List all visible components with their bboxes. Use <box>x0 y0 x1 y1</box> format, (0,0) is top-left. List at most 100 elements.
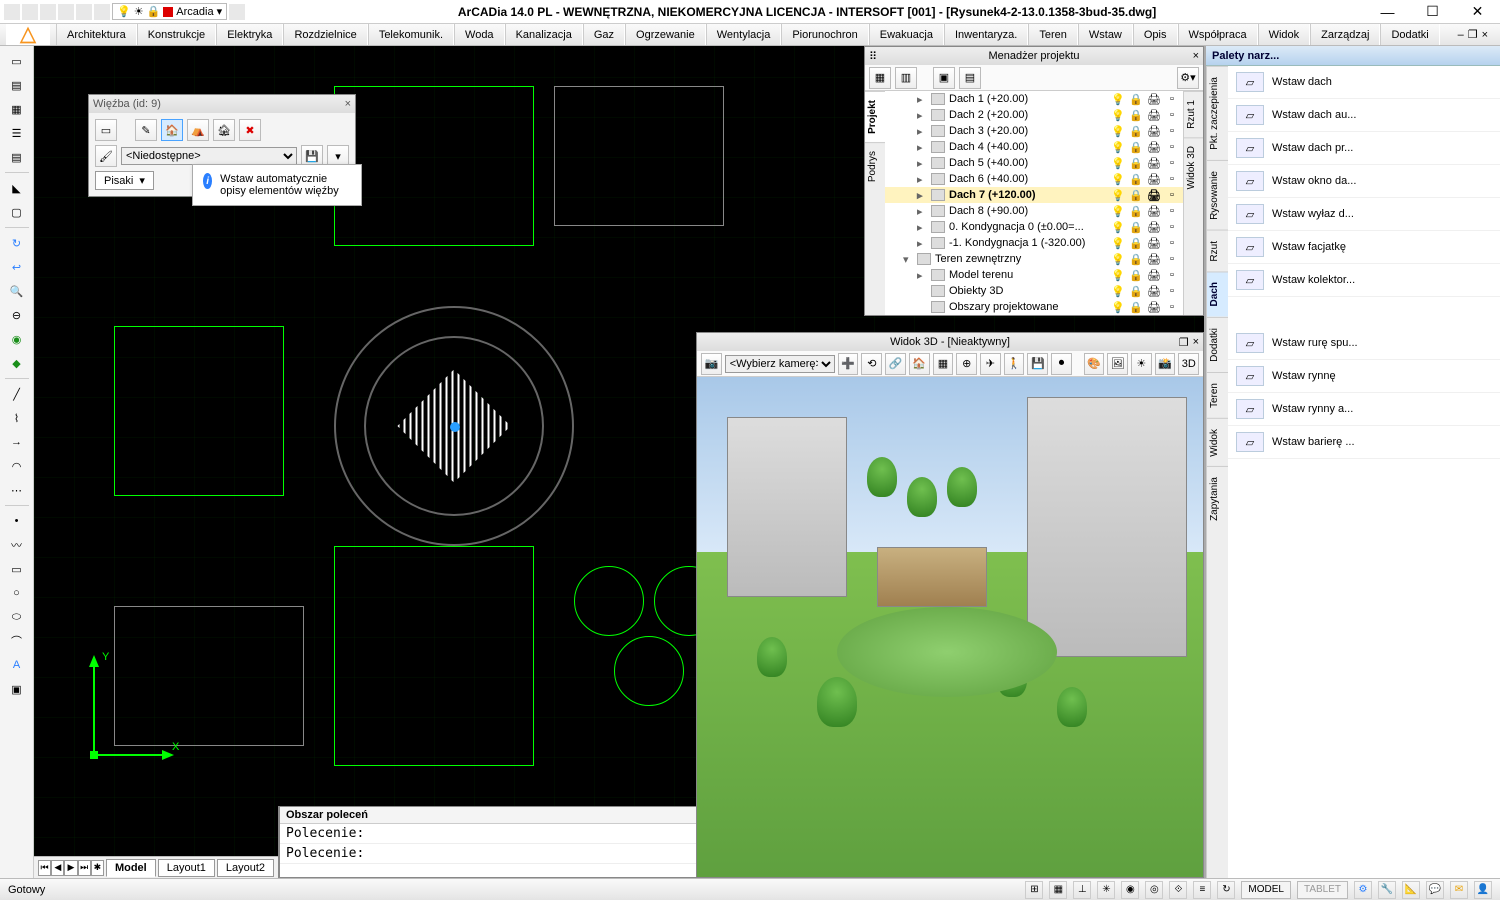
menu-woda[interactable]: Woda <box>454 24 505 45</box>
menu-kanalizacja[interactable]: Kanalizacja <box>505 24 583 45</box>
tree-expand-icon[interactable]: ▸ <box>917 189 927 202</box>
status-tool1-icon[interactable]: 🔧 <box>1378 881 1396 899</box>
menu-wentylacja[interactable]: Wentylacja <box>706 24 782 45</box>
view3d-btn-wall[interactable]: ▦ <box>933 353 954 375</box>
tree-lightbulb-icon[interactable]: 💡 <box>1111 204 1125 218</box>
tree-print-icon[interactable]: 🖨 <box>1147 268 1161 282</box>
tree-print-icon[interactable]: 🖨 <box>1147 188 1161 202</box>
tree-color-icon[interactable]: ▫ <box>1165 284 1179 298</box>
tree-expand-icon[interactable]: ▸ <box>917 269 927 282</box>
tool-text-icon[interactable]: A <box>5 654 29 676</box>
view3d-btn-render2[interactable]: 🖼 <box>1107 353 1128 375</box>
tree-color-icon[interactable]: ▫ <box>1165 188 1179 202</box>
pisaki-dropdown[interactable]: Pisaki ▾ <box>95 171 154 190</box>
menu-ewakuacja[interactable]: Ewakuacja <box>869 24 944 45</box>
tree-expand-icon[interactable]: ▸ <box>917 237 927 250</box>
projmgr-tab-widok3d[interactable]: Widok 3D <box>1184 137 1203 197</box>
view3d-btn-3d[interactable]: 3D <box>1178 353 1199 375</box>
tree-lightbulb-icon[interactable]: 💡 <box>1111 140 1125 154</box>
layout-tab-model[interactable]: Model <box>106 859 156 877</box>
status-grid-icon[interactable]: ▦ <box>1049 881 1067 899</box>
view3d-btn-render1[interactable]: 🎨 <box>1084 353 1105 375</box>
tree-expand-icon[interactable]: ▸ <box>917 173 927 186</box>
tree-expand-icon[interactable]: ▸ <box>917 157 927 170</box>
tree-color-icon[interactable]: ▫ <box>1165 252 1179 266</box>
tree-lightbulb-icon[interactable]: 💡 <box>1111 156 1125 170</box>
view3d-restore-icon[interactable]: ❐ <box>1179 336 1189 349</box>
tree-expand-icon[interactable]: ▸ <box>917 125 927 138</box>
tool-window-icon[interactable]: ▭ <box>5 50 29 72</box>
layout-tab-layout2[interactable]: Layout2 <box>217 859 274 877</box>
tree-expand-icon[interactable]: ▸ <box>917 221 927 234</box>
projmgr-btn3[interactable]: ▣ <box>933 67 955 89</box>
tree-print-icon[interactable]: 🖨 <box>1147 156 1161 170</box>
view3d-btn-link[interactable]: 🔗 <box>885 353 906 375</box>
tree-lock-icon[interactable]: 🔒 <box>1129 236 1143 250</box>
tree-lock-icon[interactable]: 🔒 <box>1129 204 1143 218</box>
tree-expand-icon[interactable]: ▸ <box>917 141 927 154</box>
tree-row-5[interactable]: ▸Dach 6 (+40.00)💡🔒🖨▫ <box>885 171 1183 187</box>
tree-print-icon[interactable]: 🖨 <box>1147 252 1161 266</box>
menu-współpraca[interactable]: Współpraca <box>1178 24 1258 45</box>
tab-nav-next[interactable]: ▶ <box>64 860 77 876</box>
tool-back-icon[interactable]: ↩ <box>5 256 29 278</box>
tree-color-icon[interactable]: ▫ <box>1165 172 1179 186</box>
tree-expand-icon[interactable]: ▸ <box>917 93 927 106</box>
tree-row-2[interactable]: ▸Dach 3 (+20.00)💡🔒🖨▫ <box>885 123 1183 139</box>
status-osnap-icon[interactable]: ◉ <box>1121 881 1139 899</box>
view3d-btn-center[interactable]: ⊕ <box>956 353 977 375</box>
tool-angle-icon[interactable]: ◣ <box>5 177 29 199</box>
projmgr-tab-podrys[interactable]: Podrys <box>865 142 885 190</box>
tree-lock-icon[interactable]: 🔒 <box>1129 252 1143 266</box>
qat-open-icon[interactable] <box>22 4 38 20</box>
view3d-btn-save[interactable]: 💾 <box>1027 353 1048 375</box>
status-snap-icon[interactable]: ⊞ <box>1025 881 1043 899</box>
palette-cat-5[interactable]: Teren <box>1207 372 1228 418</box>
palette-cat-6[interactable]: Widok <box>1207 418 1228 467</box>
palette-cat-2[interactable]: Rzut <box>1207 230 1228 272</box>
projmgr-tab-projekt[interactable]: Projekt <box>865 91 885 142</box>
tool-refresh-icon[interactable]: ↻ <box>5 232 29 254</box>
tree-row-13[interactable]: Obszary projektowane💡🔒🖨▫ <box>885 299 1183 315</box>
tree-lightbulb-icon[interactable]: 💡 <box>1111 300 1125 314</box>
tree-row-6[interactable]: ▸Dach 7 (+120.00)💡🔒🖨▫ <box>885 187 1183 203</box>
tree-print-icon[interactable]: 🖨 <box>1147 284 1161 298</box>
wiezba-btn-auto-annotate[interactable]: 🏠 <box>161 119 183 141</box>
palette-cat-7[interactable]: Zapytania <box>1207 466 1228 531</box>
tool-polyline-icon[interactable]: ⌇ <box>5 407 29 429</box>
tree-color-icon[interactable]: ▫ <box>1165 300 1179 314</box>
status-tablet-button[interactable]: TABLET <box>1297 881 1348 899</box>
tree-print-icon[interactable]: 🖨 <box>1147 92 1161 106</box>
tree-lightbulb-icon[interactable]: 💡 <box>1111 124 1125 138</box>
tool-cube-icon[interactable]: ◆ <box>5 352 29 374</box>
palette-cat-3[interactable]: Dach <box>1207 271 1228 316</box>
mdi-minimize-icon[interactable]: – <box>1458 29 1464 41</box>
tree-lock-icon[interactable]: 🔒 <box>1129 300 1143 314</box>
tree-print-icon[interactable]: 🖨 <box>1147 204 1161 218</box>
tree-lightbulb-icon[interactable]: 💡 <box>1111 188 1125 202</box>
tool-line-icon[interactable]: ╱ <box>5 383 29 405</box>
drawing-canvas[interactable]: Y X Więźba (id: 9) × ▭ ✎ 🏠 ⛺ 🏚 ✖ <box>34 46 1204 878</box>
menu-widok[interactable]: Widok <box>1258 24 1311 45</box>
palette-cat-4[interactable]: Dodatki <box>1207 317 1228 372</box>
status-mail-icon[interactable]: ✉ <box>1450 881 1468 899</box>
tool-list-icon[interactable]: ☰ <box>5 122 29 144</box>
tree-color-icon[interactable]: ▫ <box>1165 156 1179 170</box>
qat-layers-icon[interactable] <box>229 4 245 20</box>
projmgr-tree[interactable]: ▸Dach 1 (+20.00)💡🔒🖨▫▸Dach 2 (+20.00)💡🔒🖨▫… <box>885 91 1183 315</box>
status-tool2-icon[interactable]: 📐 <box>1402 881 1420 899</box>
tool-arc-icon[interactable]: ◠ <box>5 455 29 477</box>
palette-item-7[interactable]: ▱Wstaw rurę spu... <box>1228 327 1500 360</box>
tree-lock-icon[interactable]: 🔒 <box>1129 188 1143 202</box>
palette-item-2[interactable]: ▱Wstaw dach pr... <box>1228 132 1500 165</box>
menu-rozdzielnice[interactable]: Rozdzielnice <box>283 24 367 45</box>
tree-color-icon[interactable]: ▫ <box>1165 204 1179 218</box>
tree-print-icon[interactable]: 🖨 <box>1147 236 1161 250</box>
tree-lock-icon[interactable]: 🔒 <box>1129 172 1143 186</box>
palette-item-5[interactable]: ▱Wstaw facjatkę <box>1228 231 1500 264</box>
tree-row-1[interactable]: ▸Dach 2 (+20.00)💡🔒🖨▫ <box>885 107 1183 123</box>
tool-panel-icon[interactable]: ▤ <box>5 74 29 96</box>
tree-lock-icon[interactable]: 🔒 <box>1129 92 1143 106</box>
status-cycle-icon[interactable]: ↻ <box>1217 881 1235 899</box>
menu-telekomunik.[interactable]: Telekomunik. <box>368 24 454 45</box>
